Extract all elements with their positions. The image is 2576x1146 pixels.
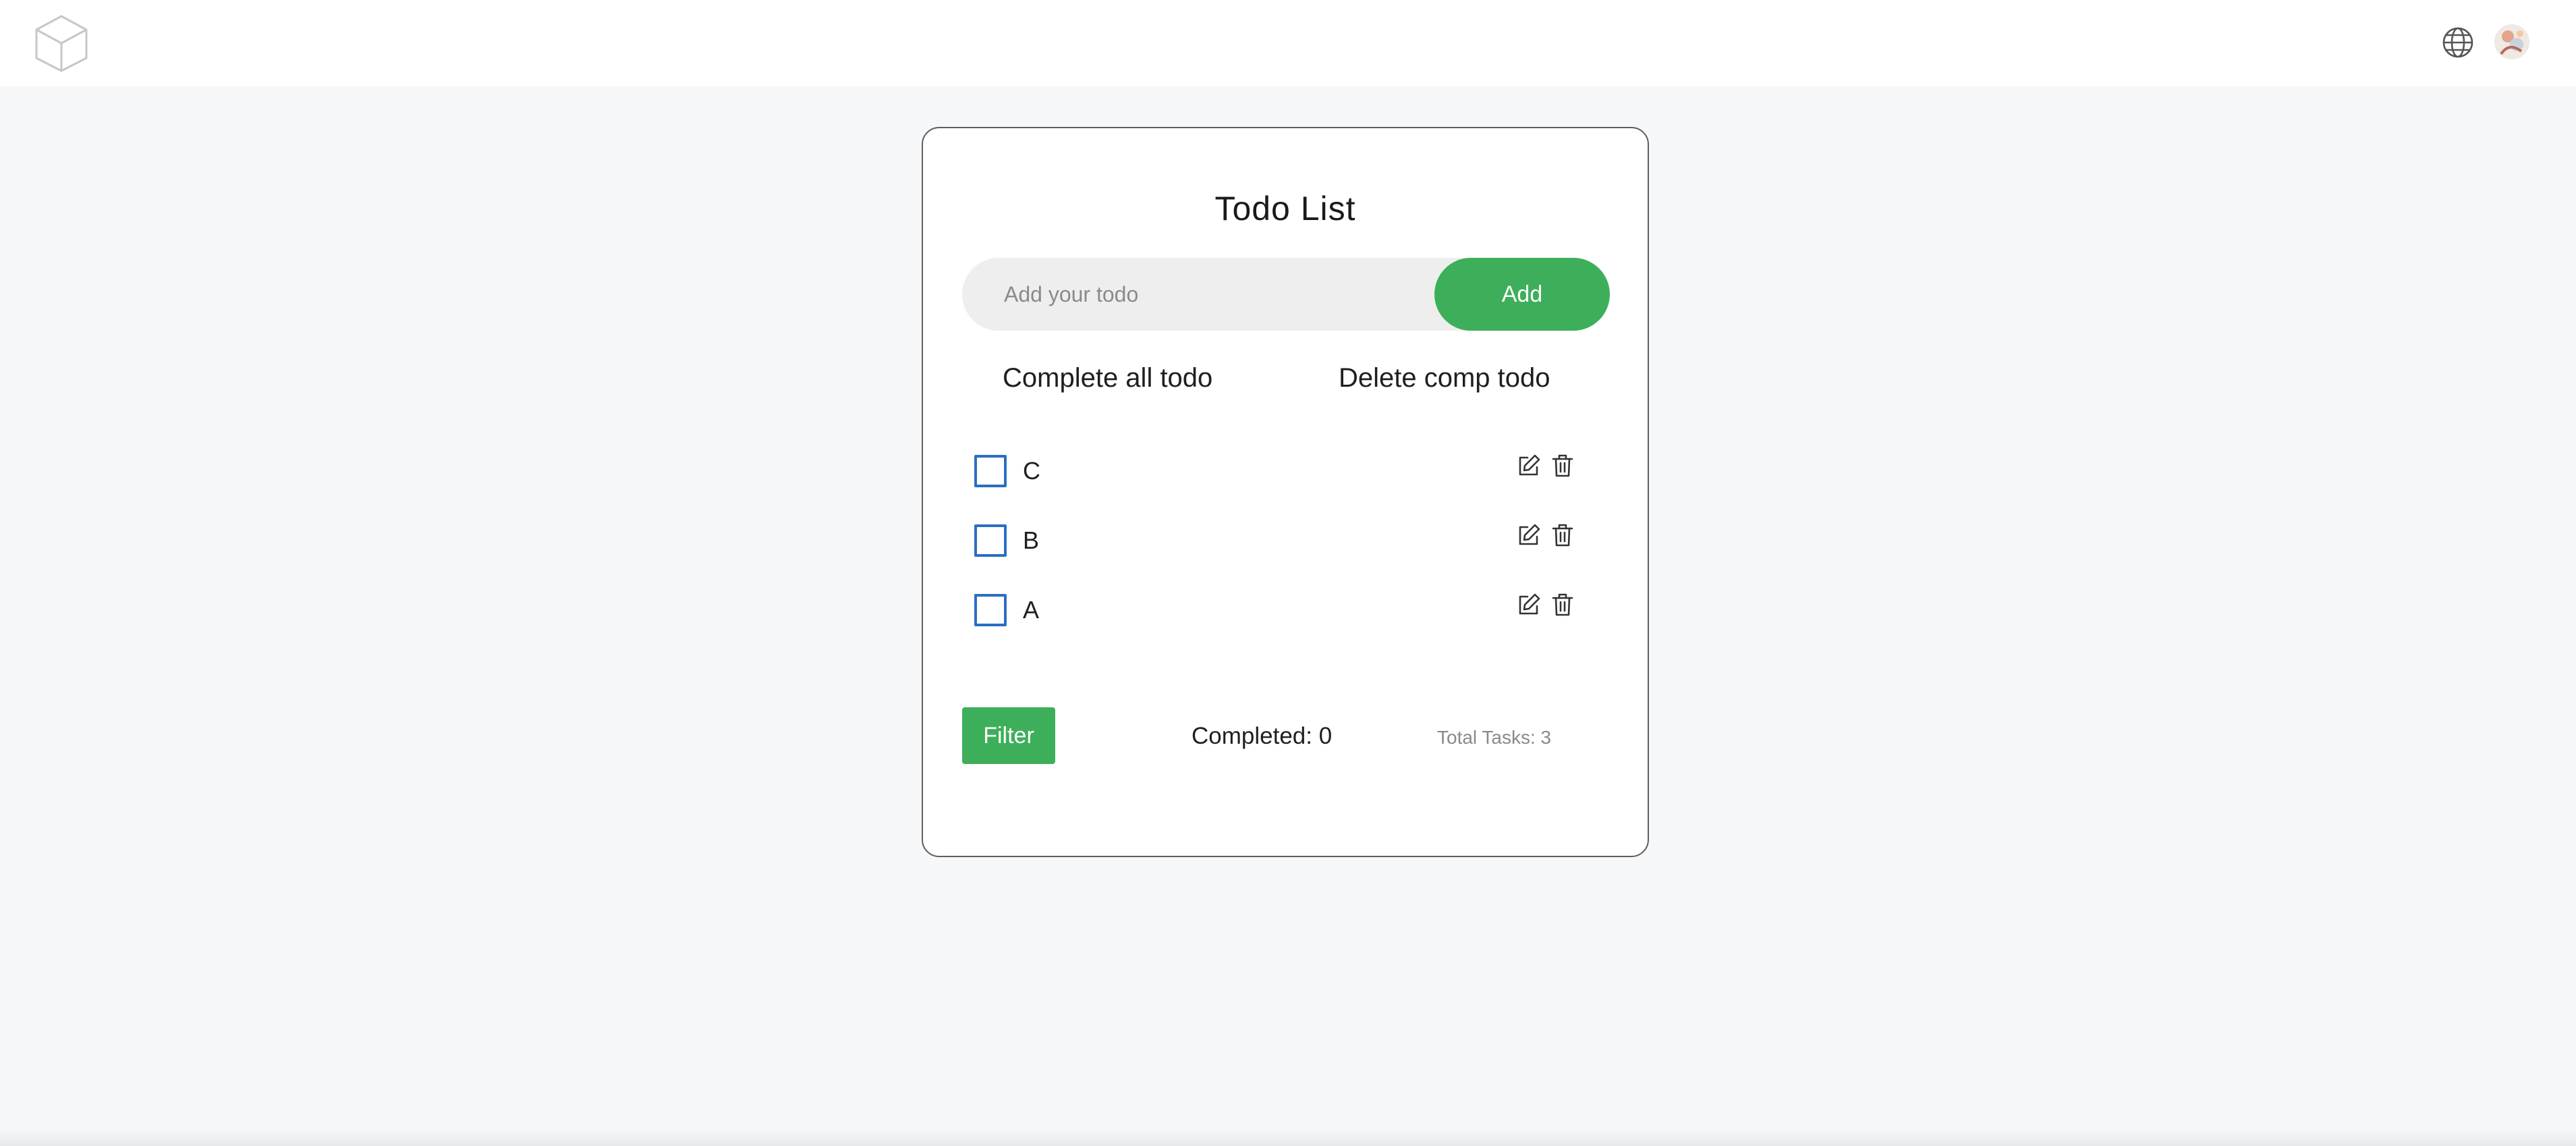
globe-icon[interactable] <box>2441 26 2475 59</box>
todo-item: A <box>974 589 1588 658</box>
todo-card: Todo List Add Complete all todo Delete c… <box>922 127 1649 857</box>
bottom-shadow <box>0 1128 2576 1146</box>
todo-item-text: A <box>1023 596 1040 624</box>
todo-checkbox[interactable] <box>974 455 1007 487</box>
user-avatar[interactable] <box>2494 24 2529 59</box>
todo-item: C <box>974 449 1588 519</box>
complete-all-button[interactable]: Complete all todo <box>1003 360 1212 395</box>
todo-item-text: C <box>1023 457 1040 485</box>
todo-checkbox[interactable] <box>974 524 1007 557</box>
cube-icon[interactable] <box>34 13 89 73</box>
trash-icon[interactable] <box>1552 454 1573 478</box>
todo-item: B <box>974 519 1588 589</box>
completed-count: Completed: 0 <box>1192 723 1333 749</box>
todo-list: C B A <box>974 449 1588 658</box>
trash-icon[interactable] <box>1552 593 1573 617</box>
trash-icon[interactable] <box>1552 523 1573 547</box>
edit-icon[interactable] <box>1517 523 1541 547</box>
add-button[interactable]: Add <box>1434 258 1610 331</box>
avatar-image <box>2494 24 2529 59</box>
delete-completed-button[interactable]: Delete comp todo <box>1339 360 1550 395</box>
todo-input[interactable] <box>962 258 1428 331</box>
edit-icon[interactable] <box>1517 593 1541 617</box>
top-bar <box>0 0 2576 86</box>
todo-title: Todo List <box>1214 190 1356 227</box>
add-todo-row: Add <box>962 258 1610 331</box>
todo-item-text: B <box>1023 526 1040 554</box>
edit-icon[interactable] <box>1517 454 1541 478</box>
total-tasks: Total Tasks: 3 <box>1437 727 1552 748</box>
todo-checkbox[interactable] <box>974 594 1007 626</box>
filter-button[interactable]: Filter <box>962 707 1055 764</box>
